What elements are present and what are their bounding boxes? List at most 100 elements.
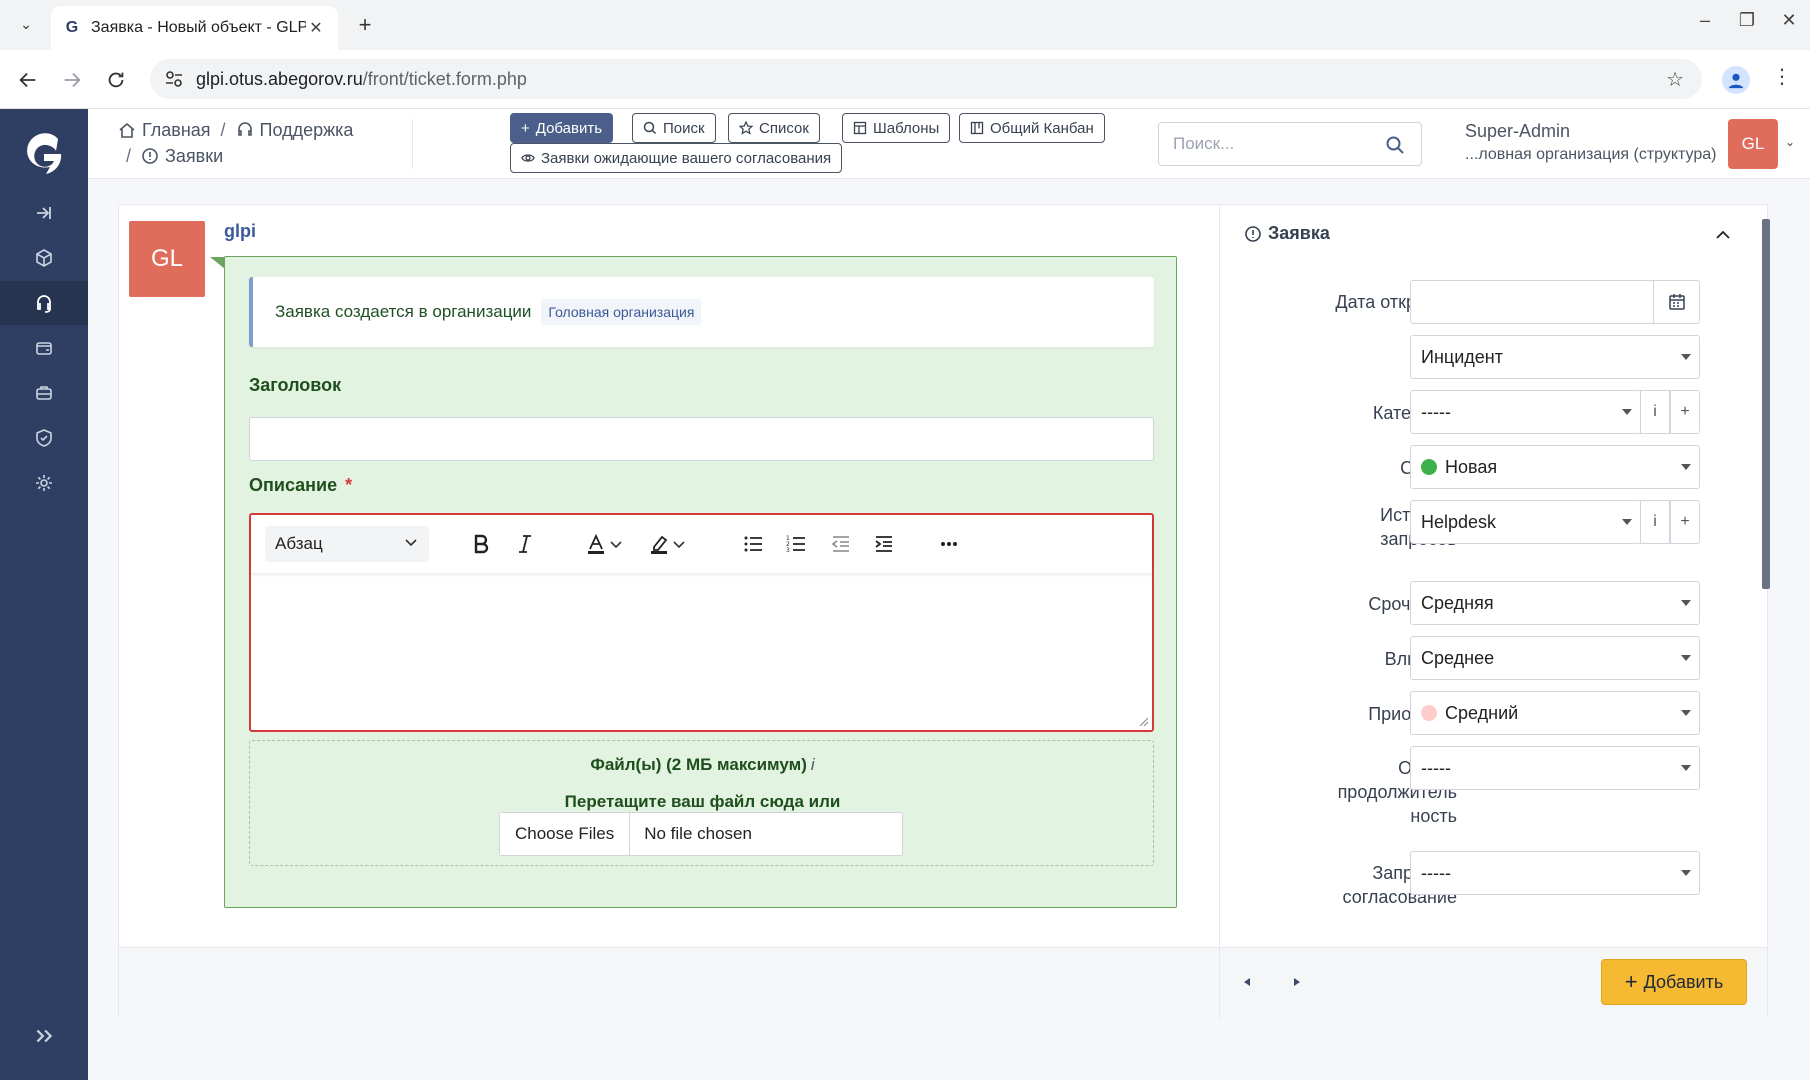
caret-down-icon [1681,765,1691,771]
open-date-input[interactable] [1410,280,1700,324]
sidebar-item-administration-shield-icon[interactable] [0,416,88,460]
resize-handle-icon[interactable] [1138,716,1148,726]
title-input[interactable] [249,417,1154,461]
maximize-icon[interactable]: ❐ [1732,10,1762,31]
breadcrumb: Главная / Поддержка / Заявки [118,117,418,169]
back-icon[interactable] [14,66,42,94]
panel-scrollbar[interactable] [1759,211,1770,941]
breadcrumb-support[interactable]: Поддержка [260,117,354,143]
priority-select[interactable]: Средний [1410,691,1700,735]
impact-select[interactable]: Среднее [1410,636,1700,680]
header-templates-button[interactable]: Шаблоны [842,113,951,143]
header-kanban-label: Общий Канбан [990,119,1094,137]
status-select[interactable]: Новая [1410,445,1700,489]
eye-icon [521,154,535,162]
plus-icon: + [1624,969,1638,994]
submit-add-button[interactable]: + Добавить [1601,959,1747,1005]
file-dropzone[interactable]: Файл(ы) (2 МБ максимум) i Перетащите ваш … [249,740,1154,866]
source-add-icon[interactable]: + [1670,500,1700,544]
files-label: Файл(ы) (2 МБ максимум) i [590,755,815,774]
tab-search-icon[interactable]: ⌄ [14,12,38,36]
tab-close-icon[interactable]: ✕ [306,18,326,38]
source-info-icon[interactable]: i [1640,500,1670,544]
indent-icon[interactable] [872,532,896,556]
numbered-list-icon[interactable]: 123 [784,532,808,556]
sidebar-item-setup-gear-icon[interactable] [0,461,88,505]
panel-header[interactable]: Заявка [1244,223,1330,244]
caret-down-icon [1622,409,1632,415]
urgency-select[interactable]: Средняя [1410,581,1700,625]
approval-select[interactable]: ----- [1410,851,1700,895]
more-options-icon[interactable] [937,532,961,556]
sidebar-expand-icon[interactable] [0,1014,88,1058]
bookmark-star-icon[interactable]: ☆ [1666,67,1684,92]
profile-icon[interactable] [1722,66,1750,94]
sidebar-item-tools-briefcase-icon[interactable] [0,371,88,415]
chevron-up-icon[interactable] [1713,225,1733,245]
calendar-icon[interactable] [1653,281,1699,323]
duration-value: ----- [1421,757,1451,778]
no-file-text: No file chosen [644,824,752,843]
paragraph-style-select[interactable]: Абзац [265,526,429,562]
source-select[interactable]: Helpdesk [1410,500,1641,544]
outdent-icon[interactable] [829,532,853,556]
address-bar[interactable]: glpi.otus.abegorov.ru/front/ticket.form.… [150,59,1702,99]
avatar[interactable]: GL [1728,119,1778,169]
site-info-icon[interactable] [164,69,184,89]
author-name[interactable]: glpi [224,221,256,242]
search-icon[interactable] [1385,135,1405,155]
browser-tab[interactable]: G Заявка - Новый объект - GLPI ✕ [51,6,338,50]
priority-value: Средний [1445,702,1519,723]
highlight-chevron-icon[interactable] [671,532,687,556]
sidebar-item-management-wallet-icon[interactable] [0,326,88,370]
user-menu[interactable]: Super-Admin ...ловная организация (струк… [1465,121,1725,164]
ticket-properties-panel: Заявка Дата открытия Тип Инцидент Катего… [1219,205,1770,947]
header-add-label: Добавить [535,119,603,137]
text-color-icon[interactable] [584,532,608,556]
description-label: Описание * [249,475,353,495]
info-icon[interactable]: i [811,755,815,774]
header-search-button[interactable]: Поиск [632,113,716,143]
duration-select[interactable]: ----- [1410,746,1700,790]
sidebar-item-assets-icon[interactable] [0,236,88,280]
ticket-alert-icon [141,147,159,165]
window-close-icon[interactable]: ✕ [1774,10,1804,31]
category-info-icon[interactable]: i [1640,390,1670,434]
header-list-button[interactable]: Список [728,113,820,143]
file-input[interactable]: Choose Files No file chosen [499,812,903,856]
author-avatar: GL [129,221,205,297]
breadcrumb-home[interactable]: Главная [142,117,211,143]
glpi-logo[interactable] [18,127,70,179]
chevron-down-icon[interactable]: ⌄ [1785,135,1795,149]
browser-menu-icon[interactable]: ⋮ [1772,64,1792,89]
star-icon [739,121,753,135]
search-placeholder: Поиск... [1173,134,1235,153]
svg-text:3: 3 [786,547,790,554]
text-color-chevron-icon[interactable] [608,532,624,556]
minimize-icon[interactable]: – [1690,10,1720,31]
choose-files-button[interactable]: Choose Files [500,813,631,855]
description-editor[interactable]: Абзац 123 [249,513,1154,732]
category-add-icon[interactable]: + [1670,390,1700,434]
header-add-button[interactable]: + Добавить [510,113,614,143]
scrollbar-thumb[interactable] [1762,219,1770,589]
category-select[interactable]: ----- [1410,390,1641,434]
bold-icon[interactable] [469,532,493,556]
reload-icon[interactable] [102,66,130,94]
italic-icon[interactable] [513,532,537,556]
global-search-input[interactable]: Поиск... [1158,122,1422,166]
type-value: Инцидент [1421,346,1503,367]
sidebar-item-support-headset-icon[interactable] [0,281,88,325]
next-icon[interactable] [1287,970,1307,994]
type-select[interactable]: Инцидент [1410,335,1700,379]
previous-icon[interactable] [1237,970,1257,994]
sidebar-item-assistance-logout-icon[interactable] [0,191,88,235]
forward-icon[interactable] [58,66,86,94]
caret-down-icon [1681,600,1691,606]
header-pending-approval-button[interactable]: Заявки ожидающие вашего согласования [510,143,843,173]
breadcrumb-tickets[interactable]: Заявки [165,143,223,169]
bullet-list-icon[interactable] [741,532,765,556]
new-tab-icon[interactable]: + [352,12,378,38]
highlight-color-icon[interactable] [647,532,671,556]
header-kanban-button[interactable]: Общий Канбан [959,113,1105,143]
